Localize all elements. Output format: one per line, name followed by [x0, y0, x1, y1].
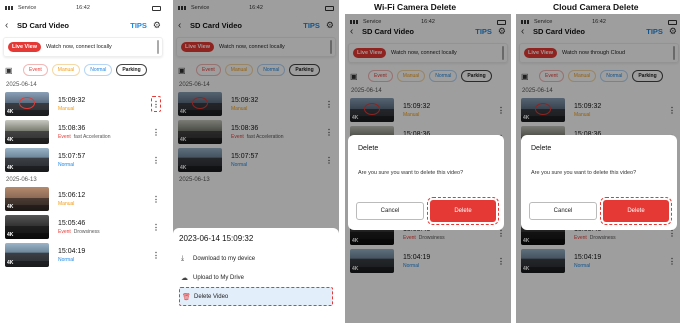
resolution-badge: 4K — [7, 232, 14, 238]
page-title: SD Card Video — [17, 20, 69, 30]
video-thumbnail[interactable]: 4K — [5, 215, 49, 239]
action-sheet: 2023-06-14 15:09:32 ⤓ Download to my devi… — [173, 228, 339, 323]
video-thumbnail[interactable]: 4K — [5, 243, 49, 267]
more-icon[interactable]: ⋮ — [151, 96, 161, 112]
resolution-badge: 4K — [7, 109, 14, 115]
confirm-delete-button[interactable]: Delete — [427, 197, 499, 225]
resolution-badge: 4K — [7, 204, 14, 210]
list-item[interactable]: 4K 15:06:12Manual ⋮ — [0, 185, 166, 213]
more-icon[interactable]: ⋮ — [151, 223, 161, 232]
video-tag: Manual — [58, 200, 75, 207]
video-subtag: Drowsiness — [73, 228, 100, 235]
download-icon: ⤓ — [181, 254, 185, 262]
list-item[interactable]: 4K 15:08:36Eventfast Acceleration ⋮ — [0, 118, 166, 146]
video-thumbnail[interactable]: 4K — [5, 187, 49, 211]
trash-icon: 🗑 — [182, 293, 191, 301]
upload-label: Upload to My Drive — [193, 274, 245, 281]
delete-label: Delete Video — [194, 293, 229, 300]
video-time: 15:04:19 — [58, 247, 86, 255]
resolution-badge: 4K — [7, 260, 14, 266]
video-time: 15:08:36 — [58, 124, 86, 132]
more-icon[interactable]: ⋮ — [151, 156, 161, 165]
video-thumbnail[interactable]: 4K — [5, 92, 49, 116]
filter-manual[interactable]: Manual — [51, 64, 81, 76]
screen-cloud-delete: Service 16:42 ‹ SD Card Video TIPS ⚙ Live Vi… — [516, 14, 680, 323]
calendar-search-icon[interactable]: ▣ — [5, 66, 19, 75]
date-header: 2025-06-14 — [6, 82, 37, 88]
gear-icon[interactable]: ⚙ — [153, 20, 161, 31]
dialog-title: Delete — [531, 145, 552, 152]
delete-option[interactable]: 🗑 Delete Video — [179, 287, 333, 306]
scroll-indicator — [157, 40, 159, 54]
video-tag: Event — [58, 228, 71, 235]
dialog-message: Are you sure you want to delete this vid… — [358, 170, 464, 176]
date-header: 2025-06-13 — [6, 177, 37, 183]
resolution-badge: 4K — [7, 137, 14, 143]
dialog-message: Are you sure you want to delete this vid… — [531, 170, 637, 176]
video-time: 15:06:12 — [58, 191, 86, 199]
video-thumbnail[interactable]: 4K — [5, 120, 49, 144]
status-bar: Service 16:42 — [0, 0, 166, 16]
screen-list: Service 16:42 ‹ SD Card Video TIPS ⚙ Live Vi… — [0, 0, 166, 323]
list-item[interactable]: 4K 15:07:57Normal ⋮ — [0, 146, 166, 174]
live-view-button[interactable]: Live View — [8, 42, 41, 52]
dialog-title: Delete — [358, 145, 379, 152]
cloud-upload-icon: ☁ — [181, 274, 188, 282]
caption-wifi: Wi-Fi Camera Delete — [374, 2, 457, 12]
list-item[interactable]: 4K 15:04:19 Normal ⋮ — [0, 241, 166, 269]
delete-dialog: Delete Are you sure you want to delete t… — [521, 135, 677, 230]
filter-normal[interactable]: Normal — [84, 64, 113, 76]
confirm-delete-button[interactable]: Delete — [600, 197, 672, 225]
filter-bar: ▣ Event Manual Normal Parking — [0, 61, 166, 79]
video-tag: Manual — [58, 105, 75, 112]
action-sheet-title: 2023-06-14 15:09:32 — [179, 234, 254, 243]
more-icon[interactable]: ⋮ — [151, 128, 161, 137]
cancel-button[interactable]: Cancel — [356, 202, 424, 220]
filter-parking[interactable]: Parking — [116, 64, 147, 76]
screen-wifi-delete: Service 16:42 ‹ SD Card Video TIPS ⚙ Live Vi… — [345, 14, 511, 323]
video-thumbnail[interactable]: 4K — [5, 148, 49, 172]
video-tag: Normal — [58, 256, 75, 263]
clock: 16:42 — [76, 5, 90, 11]
live-banner[interactable]: Live View Watch now, connect locally — [3, 37, 163, 57]
nav-bar: ‹ SD Card Video TIPS ⚙ — [0, 16, 166, 34]
list-item[interactable]: 4K 15:05:46EventDrowsiness ⋮ — [0, 213, 166, 241]
live-message: Watch now, connect locally — [45, 44, 112, 50]
upload-option[interactable]: ☁ Upload to My Drive — [179, 268, 333, 287]
more-icon[interactable]: ⋮ — [151, 195, 161, 204]
list-item[interactable]: 4K 15:09:32 Manual ⋮ — [0, 90, 166, 118]
video-tag: Event — [58, 133, 71, 140]
video-time: 15:07:57 — [58, 152, 86, 160]
video-subtag: fast Acceleration — [73, 133, 111, 140]
video-tag: Normal — [58, 161, 75, 168]
cancel-button[interactable]: Cancel — [529, 202, 597, 220]
more-icon[interactable]: ⋮ — [151, 251, 161, 260]
back-icon[interactable]: ‹ — [5, 20, 17, 31]
caption-cloud: Cloud Camera Delete — [553, 2, 639, 12]
download-option[interactable]: ⤓ Download to my device — [179, 249, 333, 268]
video-time: 15:09:32 — [58, 96, 86, 104]
screen-action-sheet: Service 16:42 ‹ SD Card Video TIPS ⚙ Live Vi… — [173, 0, 339, 323]
tips-link[interactable]: TIPS — [130, 21, 147, 30]
video-time: 15:05:46 — [58, 219, 86, 227]
delete-dialog: Delete Are you sure you want to delete t… — [348, 135, 504, 230]
filter-event[interactable]: Event — [23, 64, 48, 76]
resolution-badge: 4K — [7, 165, 14, 171]
download-label: Download to my device — [193, 255, 256, 262]
